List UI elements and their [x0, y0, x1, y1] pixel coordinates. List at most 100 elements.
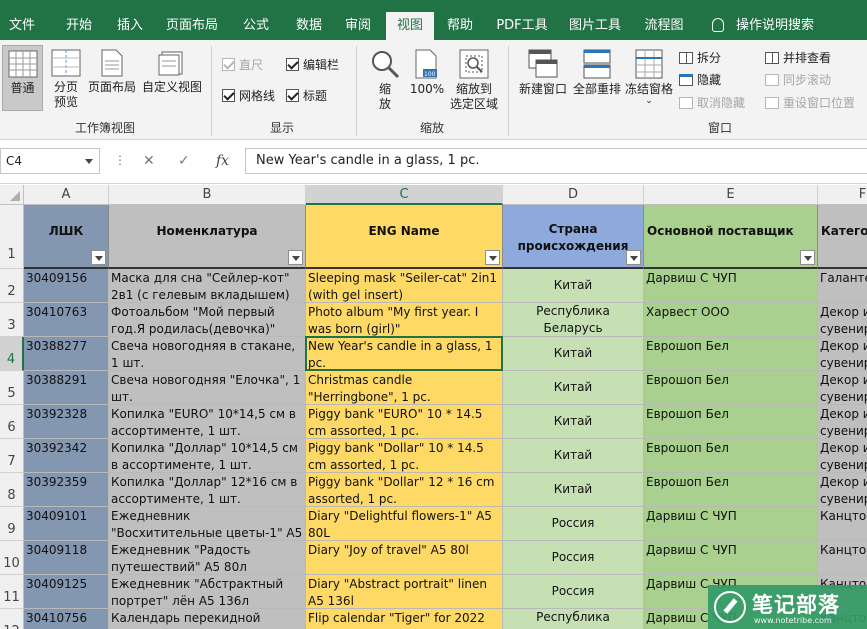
row-header-6[interactable]: 6	[0, 405, 24, 439]
cell-f6[interactable]: Декор и сувениры	[818, 405, 867, 439]
tab-7[interactable]: 视图	[386, 12, 434, 40]
cell-c7[interactable]: Piggy bank "Dollar" 10 * 14.5 cm assorte…	[306, 439, 503, 473]
cell-a7[interactable]: 30392342	[24, 439, 109, 473]
cell-f3[interactable]: Декор и сувениры	[818, 303, 867, 337]
ruler-checkbox[interactable]: 直尺	[222, 57, 263, 73]
cell-e10[interactable]: Дарвиш С ЧУП	[644, 541, 818, 575]
cancel-icon[interactable]: ✕	[143, 153, 155, 169]
column-header-f[interactable]: F	[818, 185, 867, 205]
cell-a10[interactable]: 30409118	[24, 541, 109, 575]
cell-a6[interactable]: 30392328	[24, 405, 109, 439]
select-all-button[interactable]	[0, 185, 24, 205]
cell-e7[interactable]: Еврошоп Бел	[644, 439, 818, 473]
cell-d6[interactable]: Китай	[503, 405, 644, 439]
cell-f8[interactable]: Декор и сувениры	[818, 473, 867, 507]
column-header-c[interactable]: C	[306, 185, 503, 205]
name-box[interactable]: C4	[0, 148, 100, 174]
header-cell-e[interactable]: Основной поставщик	[644, 205, 818, 269]
cell-b2[interactable]: Маска для сна "Сейлер-кот" 2в1 (с гелевы…	[109, 269, 306, 303]
tab-3[interactable]: 页面布局	[160, 12, 224, 40]
cell-d11[interactable]: Россия	[503, 575, 644, 609]
tab-4[interactable]: 公式	[234, 12, 278, 40]
cell-a9[interactable]: 30409101	[24, 507, 109, 541]
cell-c4[interactable]: New Year's candle in a glass, 1 pc.	[306, 337, 503, 371]
zoom-button[interactable]: 缩 放	[366, 49, 404, 113]
cell-c9[interactable]: Diary "Delightful flowers-1" A5 80L	[306, 507, 503, 541]
row-header-10[interactable]: 10	[0, 541, 24, 575]
column-header-d[interactable]: D	[503, 185, 644, 205]
cell-b7[interactable]: Копилка "Доллар" 10*14,5 см в ассортимен…	[109, 439, 306, 473]
cell-e6[interactable]: Еврошоп Бел	[644, 405, 818, 439]
cell-e2[interactable]: Дарвиш С ЧУП	[644, 269, 818, 303]
cell-c11[interactable]: Diary "Abstract portrait" linen A5 136l	[306, 575, 503, 609]
reset-window-position-button[interactable]: 重设窗口位置	[765, 95, 855, 111]
zoom-100-button[interactable]: 100 100%	[408, 49, 446, 109]
cell-e5[interactable]: Еврошоп Бел	[644, 371, 818, 405]
unhide-button[interactable]: 取消隐藏	[679, 95, 745, 111]
cell-b11[interactable]: Ежедневник "Абстрактный портрет" лён А5 …	[109, 575, 306, 609]
split-button[interactable]: 拆分	[679, 50, 721, 66]
cell-b6[interactable]: Копилка "EURO" 10*14,5 см в ассортименте…	[109, 405, 306, 439]
sync-scroll-button[interactable]: 同步滚动	[765, 72, 831, 88]
name-box-dropdown-icon[interactable]	[85, 159, 93, 164]
formula-input[interactable]: New Year's candle in a glass, 1 pc.	[245, 148, 867, 174]
filter-dropdown-icon[interactable]	[800, 250, 815, 265]
cell-b8[interactable]: Копилка "Доллар" 12*16 см в ассортименте…	[109, 473, 306, 507]
tab-12[interactable]: 操作说明搜索	[730, 12, 820, 40]
filter-dropdown-icon[interactable]	[485, 250, 500, 265]
tab-1[interactable]: 开始	[57, 12, 101, 40]
row-header-9[interactable]: 9	[0, 507, 24, 541]
row-header-3[interactable]: 3	[0, 303, 24, 337]
cell-a3[interactable]: 30410763	[24, 303, 109, 337]
cell-a5[interactable]: 30388291	[24, 371, 109, 405]
gridlines-checkbox[interactable]: 网格线	[222, 88, 275, 104]
cell-f10[interactable]: Канцтовары	[818, 541, 867, 575]
header-cell-f[interactable]: Категория	[818, 205, 867, 269]
custom-view-button[interactable]: 自定义视图	[140, 49, 204, 109]
header-cell-b[interactable]: Номенклатура	[109, 205, 306, 269]
row-header-5[interactable]: 5	[0, 371, 24, 405]
cell-c12[interactable]: Flip calendar "Tiger" for 2022	[306, 609, 503, 629]
column-header-a[interactable]: A	[24, 185, 109, 205]
formula-bar-checkbox[interactable]: 编辑栏	[286, 57, 339, 73]
cell-d2[interactable]: Китай	[503, 269, 644, 303]
cell-d5[interactable]: Китай	[503, 371, 644, 405]
headings-checkbox[interactable]: 标题	[286, 88, 327, 104]
cell-f5[interactable]: Декор и сувениры	[818, 371, 867, 405]
tab-11[interactable]: 流程图	[636, 12, 692, 40]
tab-8[interactable]: 帮助	[438, 12, 482, 40]
cell-b12[interactable]: Календарь перекидной "Тигр"на 2022	[109, 609, 306, 629]
filter-dropdown-icon[interactable]	[288, 250, 303, 265]
arrange-all-button[interactable]: 全部重排	[572, 49, 622, 109]
cell-c3[interactable]: Photo album "My first year. I was born (…	[306, 303, 503, 337]
header-cell-d[interactable]: Страна происхождения	[503, 205, 644, 269]
tab-6[interactable]: 审阅	[336, 12, 380, 40]
cell-c8[interactable]: Piggy bank "Dollar" 12 * 16 cm assorted,…	[306, 473, 503, 507]
tab-9[interactable]: PDF工具	[490, 12, 554, 40]
filter-dropdown-icon[interactable]	[91, 250, 106, 265]
cell-a8[interactable]: 30392359	[24, 473, 109, 507]
insert-function-icon[interactable]: fx	[216, 153, 229, 169]
cell-e9[interactable]: Дарвиш С ЧУП	[644, 507, 818, 541]
row-header-8[interactable]: 8	[0, 473, 24, 507]
hide-button[interactable]: 隐藏	[679, 72, 721, 88]
row-header-7[interactable]: 7	[0, 439, 24, 473]
tab-0[interactable]: 文件	[0, 12, 44, 40]
cell-a4[interactable]: 30388277	[24, 337, 109, 371]
column-header-e[interactable]: E	[644, 185, 818, 205]
normal-view-button[interactable]: 普通	[2, 45, 43, 111]
cell-a12[interactable]: 30410756	[24, 609, 109, 629]
enter-icon[interactable]: ✓	[178, 153, 190, 169]
new-window-button[interactable]: 新建窗口	[515, 49, 571, 109]
column-header-b[interactable]: B	[109, 185, 306, 205]
cell-b5[interactable]: Свеча новогодняя "Елочка", 1 шт.	[109, 371, 306, 405]
cell-e4[interactable]: Еврошоп Бел	[644, 337, 818, 371]
cell-c5[interactable]: Christmas candle "Herringbone", 1 pc.	[306, 371, 503, 405]
cell-d7[interactable]: Китай	[503, 439, 644, 473]
cell-f9[interactable]: Канцтовары	[818, 507, 867, 541]
zoom-to-selection-button[interactable]: 缩放到 选定区域	[448, 49, 500, 113]
cell-d12[interactable]: Республика Беларусь	[503, 609, 644, 629]
page-break-preview-button[interactable]: 分页 预览	[48, 49, 84, 113]
cell-b10[interactable]: Ежедневник "Радость путешествий" А5 80л	[109, 541, 306, 575]
header-cell-a[interactable]: ЛШК	[24, 205, 109, 269]
